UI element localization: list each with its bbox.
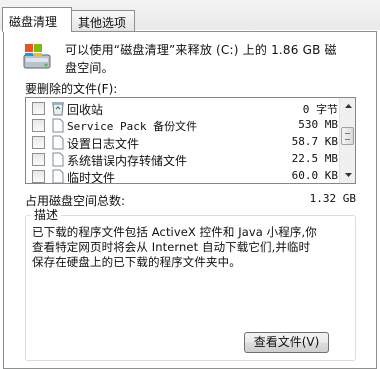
item-checkbox[interactable] bbox=[32, 102, 45, 115]
document-icon bbox=[52, 169, 64, 183]
list-item[interactable]: 回收站 0 字节 bbox=[26, 100, 340, 117]
arrow-up-icon bbox=[344, 104, 352, 108]
recycle-bin-icon bbox=[52, 102, 64, 116]
item-size: 530 MB bbox=[298, 118, 338, 131]
files-to-delete-label: 要删除的文件(F): bbox=[25, 82, 118, 96]
document-icon bbox=[52, 135, 64, 150]
list-item[interactable]: 设置日志文件 58.7 KB bbox=[26, 134, 340, 151]
description-line-2: 查看特定网页时将会从 Internet 自动下载它们,并临时 bbox=[32, 240, 311, 254]
description-title: 描述 bbox=[31, 206, 62, 223]
description-line-3: 保存在硬盘上的已下载的程序文件夹中。 bbox=[32, 255, 241, 269]
document-icon bbox=[52, 152, 64, 167]
item-size: 60.0 KB bbox=[291, 169, 338, 182]
list-item[interactable]: 临时文件 60.0 KB bbox=[26, 168, 340, 184]
item-size: 58.7 KB bbox=[291, 135, 338, 148]
disk-cleanup-icon bbox=[23, 44, 51, 69]
tab-label: 磁盘清理 bbox=[9, 15, 58, 29]
item-checkbox[interactable] bbox=[32, 170, 45, 183]
tab-other-options[interactable]: 其他选项 bbox=[71, 10, 135, 32]
item-label: 设置日志文件 bbox=[67, 137, 140, 151]
list-item[interactable]: 系统错误内存转储文件 22.5 MB bbox=[26, 151, 340, 168]
header-line-1: 可以使用“磁盘清理”来释放 (C:) 上的 1.86 GB 磁 bbox=[65, 43, 337, 57]
description-text: 已下载的程序文件包括 ActiveX 控件和 Java 小程序,你 查看特定网页… bbox=[32, 225, 350, 270]
scroll-up-button[interactable] bbox=[340, 98, 355, 114]
scroll-thumb[interactable] bbox=[341, 127, 354, 145]
item-label: 临时文件 bbox=[67, 171, 116, 184]
item-checkbox[interactable] bbox=[32, 153, 45, 166]
item-label: Service Pack 备份文件 bbox=[67, 120, 198, 133]
total-space-value: 1.32 GB bbox=[309, 192, 356, 205]
files-list[interactable]: 回收站 0 字节 Service Pack 备份文件 530 MB 设置日志文件… bbox=[25, 97, 356, 184]
tab-label: 其他选项 bbox=[78, 16, 127, 30]
item-size: 0 字节 bbox=[302, 103, 338, 116]
item-size: 22.5 MB bbox=[291, 152, 338, 165]
list-item[interactable]: Service Pack 备份文件 530 MB bbox=[26, 117, 340, 134]
description-line-1: 已下载的程序文件包括 ActiveX 控件和 Java 小程序,你 bbox=[32, 225, 317, 239]
item-label: 系统错误内存转储文件 bbox=[67, 154, 188, 168]
document-icon bbox=[52, 118, 64, 133]
arrow-down-icon bbox=[344, 173, 352, 177]
tab-disk-cleanup[interactable]: 磁盘清理 bbox=[2, 7, 72, 32]
header-line-2: 盘空间。 bbox=[65, 61, 114, 75]
item-checkbox[interactable] bbox=[32, 119, 45, 132]
item-checkbox[interactable] bbox=[32, 136, 45, 149]
list-scrollbar[interactable] bbox=[339, 98, 355, 183]
header-message: 可以使用“磁盘清理”来释放 (C:) 上的 1.86 GB 磁 盘空间。 bbox=[65, 41, 365, 77]
item-label: 回收站 bbox=[67, 103, 104, 117]
view-files-button[interactable]: 查看文件(V) bbox=[244, 332, 329, 353]
scroll-down-button[interactable] bbox=[340, 167, 355, 183]
